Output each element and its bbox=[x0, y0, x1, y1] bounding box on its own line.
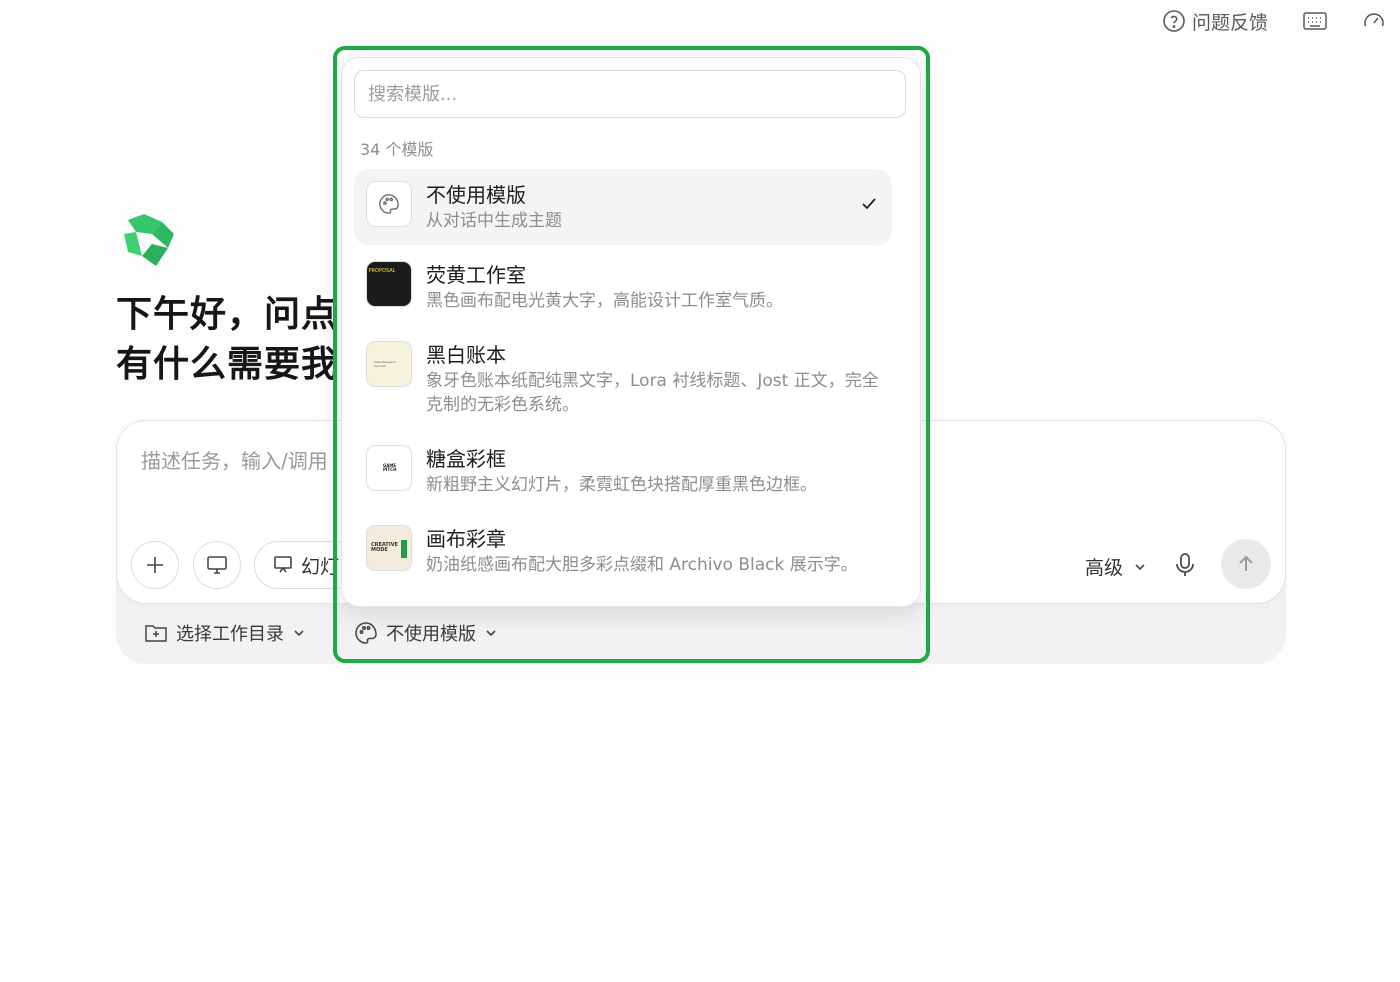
template-dropdown: 34 个模版 不使用模版 从对话中生成主题 PROPOSAL 荧黄工作室 黑色画… bbox=[341, 57, 921, 607]
template-thumb: Case Research Summit bbox=[366, 341, 412, 387]
app-logo bbox=[124, 214, 174, 266]
folder-plus-icon bbox=[145, 625, 167, 642]
greeting-line-2: 有什么需要我 bbox=[116, 344, 339, 385]
template-title: 黑白账本 bbox=[426, 343, 506, 367]
prompt-input[interactable]: 描述任务，输入/调用 bbox=[141, 445, 328, 474]
thumb-text: Case Research Summit bbox=[374, 360, 397, 368]
template-title: 不使用模版 bbox=[426, 183, 526, 207]
plus-icon bbox=[147, 557, 163, 573]
screen-button[interactable] bbox=[193, 541, 241, 589]
feedback-label: 问题反馈 bbox=[1191, 11, 1268, 34]
microphone-button[interactable] bbox=[1173, 551, 1197, 583]
performance-button[interactable] bbox=[1362, 9, 1386, 33]
microphone-icon bbox=[1176, 553, 1194, 576]
check-icon bbox=[862, 198, 876, 210]
template-thumb bbox=[366, 181, 412, 227]
thumb-text: GAME PITCH bbox=[383, 463, 397, 472]
template-item-candy-box[interactable]: GAME PITCH 糖盒彩框 新粗野主义幻灯片，柔霓虹色块搭配厚重黑色边框。 bbox=[354, 433, 892, 509]
template-title: 糖盒彩框 bbox=[426, 447, 506, 471]
send-button[interactable] bbox=[1221, 539, 1271, 589]
chevron-down-icon bbox=[486, 630, 496, 637]
template-selector[interactable]: 不使用模版 bbox=[354, 620, 498, 646]
slides-label: 幻灯 bbox=[301, 555, 340, 578]
greeting-line-1: 下午好，问点 bbox=[116, 294, 339, 335]
advanced-dropdown[interactable]: 高级 bbox=[1085, 553, 1147, 580]
template-item-canvas-stamp[interactable]: CREATIVE MODE 画布彩章 奶油纸感画布配大胆多彩点缀和 Archiv… bbox=[354, 513, 892, 589]
workdir-label: 选择工作目录 bbox=[176, 624, 284, 645]
workdir-selector[interactable]: 选择工作目录 bbox=[144, 620, 306, 646]
template-title: 画布彩章 bbox=[426, 527, 506, 551]
template-desc: 奶油纸感画布配大胆多彩点缀和 Archivo Black 展示字。 bbox=[426, 555, 858, 575]
feedback-button[interactable]: 问题反馈 bbox=[1162, 8, 1268, 35]
template-thumb: PROPOSAL bbox=[366, 261, 412, 307]
template-count: 34 个模版 bbox=[360, 140, 434, 159]
thumb-accent bbox=[401, 540, 407, 558]
top-bar: 问题反馈 bbox=[1162, 6, 1386, 36]
template-desc: 黑色画布配电光黄大字，高能设计工作室气质。 bbox=[426, 291, 783, 311]
greeting: 下午好，问点 有什么需要我 bbox=[116, 290, 338, 390]
template-label: 不使用模版 bbox=[386, 624, 476, 645]
presentation-icon bbox=[274, 556, 292, 573]
keyboard-icon bbox=[1303, 12, 1327, 30]
thumb-text: CREATIVE MODE bbox=[371, 542, 398, 553]
add-button[interactable] bbox=[131, 541, 179, 589]
chevron-down-icon bbox=[1135, 563, 1145, 570]
monitor-icon bbox=[207, 556, 227, 574]
palette-icon bbox=[355, 622, 377, 644]
template-title: 荧黄工作室 bbox=[426, 263, 526, 287]
keyboard-shortcuts-button[interactable] bbox=[1302, 10, 1328, 32]
template-item-none[interactable]: 不使用模版 从对话中生成主题 bbox=[354, 169, 892, 245]
template-list: 不使用模版 从对话中生成主题 PROPOSAL 荧黄工作室 黑色画布配电光黄大字… bbox=[354, 169, 892, 593]
chevron-down-icon bbox=[294, 630, 304, 637]
palette-icon bbox=[379, 194, 399, 214]
template-thumb: CREATIVE MODE bbox=[366, 525, 412, 571]
template-item-neon-studio[interactable]: PROPOSAL 荧黄工作室 黑色画布配电光黄大字，高能设计工作室气质。 bbox=[354, 249, 892, 325]
template-desc: 象牙色账本纸配纯黑文字，Lora 衬线标题、Jost 正文，完全克制的无彩色系统… bbox=[426, 371, 879, 415]
template-item-bw-ledger[interactable]: Case Research Summit 黑白账本 象牙色账本纸配纯黑文字，Lo… bbox=[354, 329, 892, 429]
thumb-text: PROPOSAL bbox=[368, 268, 396, 274]
advanced-label: 高级 bbox=[1084, 557, 1123, 579]
template-thumb: GAME PITCH bbox=[366, 445, 412, 491]
template-search-input[interactable] bbox=[354, 70, 906, 118]
help-circle-icon bbox=[1163, 10, 1185, 32]
gauge-icon bbox=[1364, 13, 1384, 27]
template-desc: 从对话中生成主题 bbox=[426, 211, 562, 231]
template-desc: 新粗野主义幻灯片，柔霓虹色块搭配厚重黑色边框。 bbox=[426, 475, 817, 495]
arrow-up-icon bbox=[1239, 555, 1253, 571]
